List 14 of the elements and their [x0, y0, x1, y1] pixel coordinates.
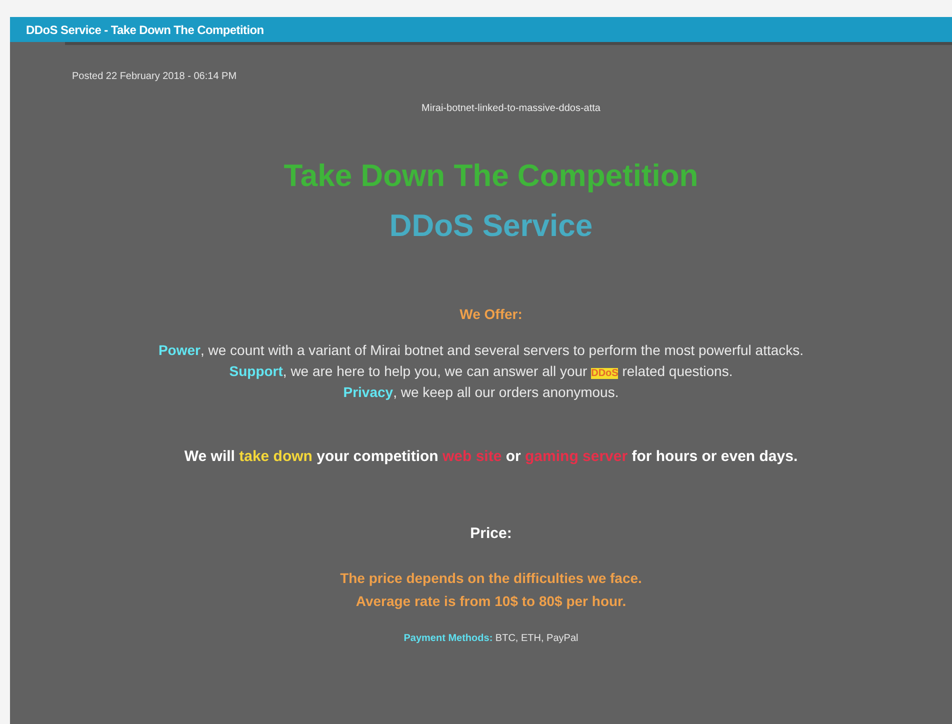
post-date: Posted 22 February 2018 - 06:14 PM — [72, 71, 237, 82]
headline: Take Down The Competition — [284, 158, 698, 194]
pitch-text: We will take down your competition web site or gaming server for hours or even days. — [184, 448, 798, 465]
image-alt-text: Mirai-botnet-linked-to-massive-ddos-atta — [422, 103, 600, 114]
section-heading: We Offer: — [460, 306, 522, 322]
subheadline: DDoS Service — [389, 208, 593, 244]
section-heading: Price: — [470, 525, 512, 542]
window-title: DDoS Service - Take Down The Competition — [10, 17, 952, 42]
price-line: The price depends on the difficulties we face. — [340, 570, 642, 586]
offer-line: Privacy, we keep all our orders anonymous. — [343, 384, 619, 400]
price-line: Average rate is from 10$ to 80$ per hour. — [356, 593, 626, 609]
offer-line: Support, we are here to help you, we can answer all your DDoS related questions. — [229, 363, 733, 379]
payment-methods: Payment Methods: BTC, ETH, PayPal — [404, 633, 578, 644]
offer-line: Power, we count with a variant of Mirai botnet and several servers to perform the most powerful attacks. — [158, 342, 804, 358]
